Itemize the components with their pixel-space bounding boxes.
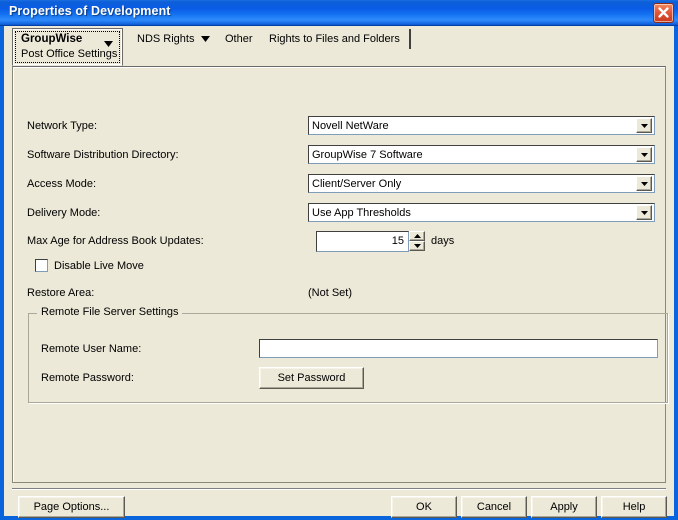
tab-nds-rights[interactable]: NDS Rights [128,29,222,49]
access-mode-select[interactable]: Client/Server Only [308,174,655,193]
group-border-left [29,313,37,314]
tab-rights-to-files-and-folders[interactable]: Rights to Files and Folders [260,29,411,49]
footer-separator [12,488,666,490]
tab-groupwise[interactable]: GroupWise Post Office Settings [12,28,123,66]
network-type-value: Novell NetWare [312,119,389,132]
remote-user-name-label: Remote User Name: [41,343,142,355]
close-icon [658,7,669,18]
network-type-select[interactable]: Novell NetWare [308,116,655,135]
tab-other-label: Other [225,33,253,45]
restore-area-label: Restore Area: [27,287,95,299]
chevron-down-icon[interactable] [636,205,652,220]
max-age-unit-label: days [431,235,455,247]
page-options-button[interactable]: Page Options... [18,496,125,518]
apply-button[interactable]: Apply [531,496,597,518]
disable-live-move-checkbox[interactable]: Disable Live Move [35,259,144,272]
delivery-mode-label: Delivery Mode: [27,207,101,219]
spinner-down-icon[interactable] [409,241,425,251]
max-age-input[interactable]: 15 [316,231,409,252]
delivery-mode-value: Use App Thresholds [312,206,411,219]
settings-content-panel: Network Type: Novell NetWare Software Di… [12,66,668,483]
delivery-mode-select[interactable]: Use App Thresholds [308,203,655,222]
remote-file-server-settings-title: Remote File Server Settings [38,306,182,318]
chevron-down-icon[interactable] [636,176,652,191]
tab-groupwise-label: GroupWise [21,33,83,45]
max-age-stepper[interactable]: 15 [316,231,425,252]
remote-user-name-input[interactable] [259,339,658,358]
access-mode-label: Access Mode: [27,178,97,190]
checkbox-box-icon[interactable] [35,259,48,272]
properties-dialog-window: Properties of Development GroupWise Post… [0,0,678,520]
group-border-right [175,313,667,314]
window-title: Properties of Development [9,4,171,18]
chevron-down-icon[interactable] [636,118,652,133]
tab-groupwise-sublabel: Post Office Settings [21,48,118,60]
title-bar[interactable]: Properties of Development [0,0,678,26]
restore-area-value: (Not Set) [308,287,353,299]
help-button[interactable]: Help [601,496,667,518]
tab-other[interactable]: Other [216,29,264,49]
access-mode-value: Client/Server Only [312,177,402,190]
dialog-body: GroupWise Post Office Settings NDS Right… [4,26,674,518]
network-type-label: Network Type: [27,120,98,132]
chevron-down-icon[interactable] [201,33,211,45]
max-age-label: Max Age for Address Book Updates: [27,235,204,247]
software-distribution-directory-value: GroupWise 7 Software [312,148,423,161]
disable-live-move-label: Disable Live Move [54,259,144,272]
software-distribution-directory-label: Software Distribution Directory: [27,149,179,161]
close-button[interactable] [653,3,674,23]
tab-rights-label: Rights to Files and Folders [269,33,400,45]
remote-file-server-settings-group: Remote File Server Settings [28,306,668,403]
cancel-button[interactable]: Cancel [461,496,527,518]
spinner-up-icon[interactable] [409,231,425,241]
set-password-button[interactable]: Set Password [259,367,364,389]
software-distribution-directory-select[interactable]: GroupWise 7 Software [308,145,655,164]
chevron-down-icon[interactable] [636,147,652,162]
tab-nds-rights-label: NDS Rights [137,33,195,45]
tab-strip: GroupWise Post Office Settings NDS Right… [4,26,674,66]
remote-password-label: Remote Password: [41,372,134,384]
chevron-down-icon[interactable] [104,38,113,50]
ok-button[interactable]: OK [391,496,457,518]
